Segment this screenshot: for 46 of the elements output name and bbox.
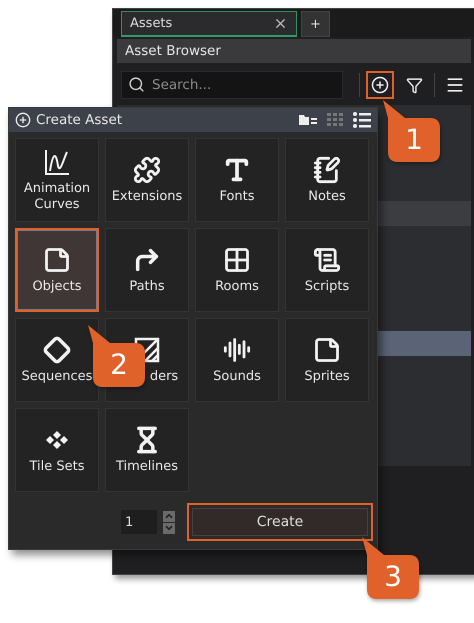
tab[interactable]: Assets: [121, 11, 297, 37]
plus-circle-icon: [371, 76, 389, 94]
scroll-icon: [313, 246, 341, 274]
list-view-icon[interactable]: [353, 112, 371, 128]
filter-icon: [406, 76, 422, 94]
create-button[interactable]: Create: [187, 503, 373, 541]
panel-title: Asset Browser: [117, 39, 471, 63]
callout-bubble: [383, 100, 440, 162]
tab-label: Assets: [130, 16, 172, 31]
asset-type-tile[interactable]: Notes: [285, 138, 369, 222]
up-icon: [164, 511, 174, 521]
tab[interactable]: +: [301, 11, 330, 37]
folder-list-icon[interactable]: [299, 113, 317, 127]
popup-title: Create Asset: [36, 112, 124, 128]
increment-button[interactable]: [163, 510, 175, 522]
close-icon[interactable]: [273, 16, 288, 31]
note-pen-icon: [313, 156, 341, 184]
down-icon: [164, 523, 174, 533]
grid-icon: [223, 246, 251, 274]
curve-chart-icon: [43, 148, 71, 176]
asset-type-tile[interactable]: Scripts: [285, 228, 369, 312]
callout-number: 1: [405, 126, 423, 154]
diamond-icon: [43, 336, 71, 364]
asset-type-tile[interactable]: Sprites: [285, 318, 369, 402]
asset-type-tile[interactable]: Tile Sets: [15, 408, 99, 492]
asset-type-tile[interactable]: Sequences: [15, 318, 99, 402]
count-field[interactable]: 1: [121, 510, 157, 534]
asset-type-tile[interactable]: Timelines: [105, 408, 189, 492]
asset-type-tile[interactable]: Rooms: [195, 228, 279, 312]
asset-type-tile[interactable]: Objects: [15, 228, 99, 312]
add-button[interactable]: [366, 71, 394, 99]
sound-wave-icon: [223, 336, 251, 364]
callout-number: 2: [110, 351, 128, 379]
decrement-button[interactable]: [163, 522, 175, 534]
puzzle-icon: [133, 156, 161, 184]
asset-type-tile[interactable]: Animation Curves: [15, 138, 99, 222]
search-field[interactable]: Search...: [121, 71, 343, 99]
asset-type-tile[interactable]: Sounds: [195, 318, 279, 402]
callout-bubble: [362, 537, 419, 599]
asset-type-tile[interactable]: Extensions: [105, 138, 189, 222]
search-icon: [128, 76, 145, 93]
callout-number: 3: [384, 563, 402, 591]
asset-type-tile[interactable]: Fonts: [195, 138, 279, 222]
asset-type-tile[interactable]: Paths: [105, 228, 189, 312]
tab-label: +: [310, 16, 321, 32]
plus-circle-icon: [15, 112, 31, 128]
